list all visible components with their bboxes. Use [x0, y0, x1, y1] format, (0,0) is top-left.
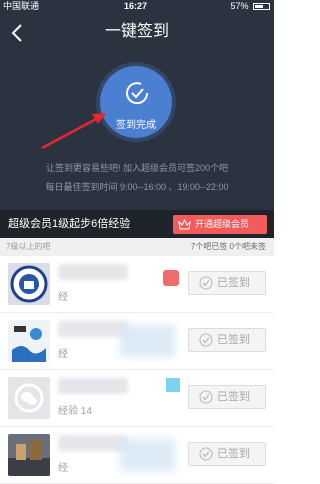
check-circle-icon [199, 390, 213, 404]
carrier-label: 中国联通 [3, 1, 40, 11]
page-title: 一键签到 [104, 23, 169, 40]
red-arrow-annotation [41, 113, 106, 150]
open-vip-button[interactable]: 开通超级会员 [173, 215, 267, 234]
open-vip-label: 开通超级会员 [195, 219, 250, 229]
section-header: 7级以上的吧 7个吧已签 0个吧未签 [0, 238, 274, 256]
sign-complete-label: 签到完成 [116, 120, 156, 131]
refresh-check-icon [126, 82, 149, 105]
forum-avatar [8, 263, 50, 305]
blurred-forum-name [58, 378, 128, 394]
blurred-forum-stats [120, 439, 175, 471]
signed-button[interactable]: 已签到 [188, 271, 266, 295]
crown-icon [178, 219, 191, 230]
blurred-forum-name [58, 264, 128, 280]
vip-promo-text: 超级会员1级起步6倍经验 [8, 218, 131, 230]
signed-label: 已签到 [217, 277, 250, 289]
forum-avatar [8, 434, 50, 476]
sign-count: 7个吧已签 0个吧未签 [190, 242, 266, 251]
exp-label: 经 [58, 463, 68, 474]
vip-promo-bar: 超级会员1级起步6倍经验 开通超级会员 [0, 210, 274, 238]
sign-header: 一键签到 签到完成 让签到更容易些吧! 加入超级会员可签200个吧 每日最佳签到… [0, 12, 274, 210]
check-circle-icon [199, 447, 213, 461]
battery-icon [253, 3, 270, 11]
list-item[interactable]: 经验 14 已签到 [0, 370, 274, 427]
blurred-forum-stats [120, 325, 175, 357]
status-bar: 中国联通 16:27 57% [0, 0, 274, 12]
sign-complete-button[interactable]: 签到完成 [100, 66, 172, 138]
exp-label: 经 [58, 349, 68, 360]
blurred-forum-name [58, 321, 128, 337]
forum-avatar [8, 320, 50, 362]
best-time-hint: 每日最佳签到时间 9:00--16:00 、19:00--22:00 [45, 182, 229, 192]
signed-button[interactable]: 已签到 [188, 385, 266, 409]
signed-label: 已签到 [217, 334, 250, 346]
signed-button[interactable]: 已签到 [188, 442, 266, 466]
nav-bar: 一键签到 [0, 12, 274, 52]
list-item[interactable]: 经 已签到 [0, 256, 274, 313]
exp-label: 经验 14 [58, 406, 92, 417]
list-item[interactable]: 经 已签到 [0, 313, 274, 370]
battery-percent: 57% [230, 1, 249, 11]
signed-label: 已签到 [217, 448, 250, 460]
signed-button[interactable]: 已签到 [188, 328, 266, 352]
check-circle-icon [199, 333, 213, 347]
signed-label: 已签到 [217, 391, 250, 403]
blurred-forum-name [58, 435, 128, 451]
section-title: 7级以上的吧 [6, 242, 51, 251]
battery-indicator: 57% [230, 0, 270, 12]
list-item[interactable]: 经 已签到 [0, 427, 274, 484]
check-circle-icon [199, 276, 213, 290]
level-badge [166, 378, 180, 392]
forum-avatar [8, 377, 50, 419]
vip-hint: 让签到更容易些吧! 加入超级会员可签200个吧 [45, 163, 229, 173]
clock: 16:27 [124, 1, 148, 11]
level-badge [163, 270, 179, 286]
exp-label: 经 [58, 292, 68, 303]
